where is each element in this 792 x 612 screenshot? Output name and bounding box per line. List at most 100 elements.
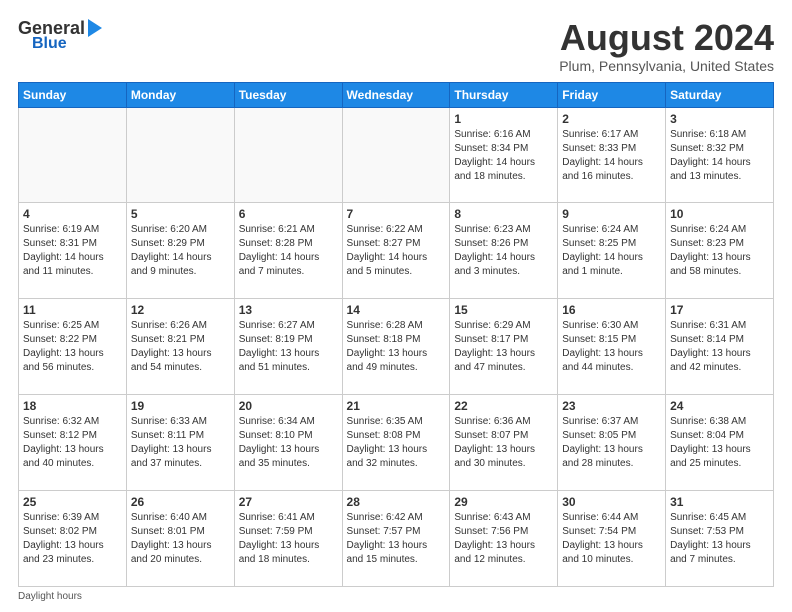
day-number: 21 (347, 399, 446, 413)
day-info: Sunrise: 6:42 AM Sunset: 7:57 PM Dayligh… (347, 511, 446, 567)
day-number: 15 (454, 303, 553, 317)
logo: General Blue (18, 18, 102, 53)
calendar-cell: 29 Sunrise: 6:43 AM Sunset: 7:56 PM Dayli… (450, 491, 558, 587)
calendar-cell: 3 Sunrise: 6:18 AM Sunset: 8:32 PM Daylig… (666, 107, 774, 203)
day-info: Sunrise: 6:44 AM Sunset: 7:54 PM Dayligh… (562, 511, 661, 567)
day-info: Sunrise: 6:37 AM Sunset: 8:05 PM Dayligh… (562, 415, 661, 471)
calendar-cell: 21 Sunrise: 6:35 AM Sunset: 8:08 PM Dayli… (342, 395, 450, 491)
day-number: 5 (131, 207, 230, 221)
day-number: 17 (670, 303, 769, 317)
day-number: 22 (454, 399, 553, 413)
day-number: 20 (239, 399, 338, 413)
calendar-cell: 23 Sunrise: 6:37 AM Sunset: 8:05 PM Dayli… (558, 395, 666, 491)
day-number: 25 (23, 495, 122, 509)
header: General Blue August 2024 Plum, Pennsylva… (18, 18, 774, 74)
calendar-cell: 31 Sunrise: 6:45 AM Sunset: 7:53 PM Dayli… (666, 491, 774, 587)
calendar-cell: 7 Sunrise: 6:22 AM Sunset: 8:27 PM Daylig… (342, 203, 450, 299)
day-number: 3 (670, 112, 769, 126)
calendar-table: SundayMondayTuesdayWednesdayThursdayFrid… (18, 82, 774, 587)
day-number: 2 (562, 112, 661, 126)
day-number: 1 (454, 112, 553, 126)
day-number: 26 (131, 495, 230, 509)
calendar-cell (342, 107, 450, 203)
calendar-cell: 30 Sunrise: 6:44 AM Sunset: 7:54 PM Dayli… (558, 491, 666, 587)
day-number: 28 (347, 495, 446, 509)
day-info: Sunrise: 6:40 AM Sunset: 8:01 PM Dayligh… (131, 511, 230, 567)
day-number: 4 (23, 207, 122, 221)
calendar-cell: 26 Sunrise: 6:40 AM Sunset: 8:01 PM Dayli… (126, 491, 234, 587)
month-title: August 2024 (559, 18, 774, 58)
day-info: Sunrise: 6:39 AM Sunset: 8:02 PM Dayligh… (23, 511, 122, 567)
calendar-cell: 14Sunrise: 6:28 AM Sunset: 8:18 PM Dayli… (342, 299, 450, 395)
day-info: Sunrise: 6:26 AM Sunset: 8:21 PM Dayligh… (131, 319, 230, 375)
calendar-cell: 24Sunrise: 6:38 AM Sunset: 8:04 PM Dayli… (666, 395, 774, 491)
calendar-week-2: 11Sunrise: 6:25 AM Sunset: 8:22 PM Dayli… (19, 299, 774, 395)
calendar-week-0: 1 Sunrise: 6:16 AM Sunset: 8:34 PM Daylig… (19, 107, 774, 203)
calendar-cell (19, 107, 127, 203)
calendar-cell: 1 Sunrise: 6:16 AM Sunset: 8:34 PM Daylig… (450, 107, 558, 203)
day-number: 18 (23, 399, 122, 413)
location: Plum, Pennsylvania, United States (559, 58, 774, 74)
calendar-cell: 9 Sunrise: 6:24 AM Sunset: 8:25 PM Daylig… (558, 203, 666, 299)
day-info: Sunrise: 6:43 AM Sunset: 7:56 PM Dayligh… (454, 511, 553, 567)
day-number: 11 (23, 303, 122, 317)
calendar-cell: 28 Sunrise: 6:42 AM Sunset: 7:57 PM Dayli… (342, 491, 450, 587)
day-info: Sunrise: 6:35 AM Sunset: 8:08 PM Dayligh… (347, 415, 446, 471)
page: General Blue August 2024 Plum, Pennsylva… (0, 0, 792, 612)
calendar-cell (126, 107, 234, 203)
day-number: 12 (131, 303, 230, 317)
calendar-cell (234, 107, 342, 203)
day-info: Sunrise: 6:16 AM Sunset: 8:34 PM Dayligh… (454, 128, 553, 184)
day-number: 29 (454, 495, 553, 509)
day-number: 30 (562, 495, 661, 509)
day-number: 31 (670, 495, 769, 509)
day-number: 27 (239, 495, 338, 509)
day-info: Sunrise: 6:45 AM Sunset: 7:53 PM Dayligh… (670, 511, 769, 567)
col-header-wednesday: Wednesday (342, 82, 450, 107)
logo-arrow-icon (88, 19, 102, 37)
calendar-cell: 18 Sunrise: 6:32 AM Sunset: 8:12 PM Dayli… (19, 395, 127, 491)
col-header-saturday: Saturday (666, 82, 774, 107)
calendar-cell: 17Sunrise: 6:31 AM Sunset: 8:14 PM Dayli… (666, 299, 774, 395)
calendar-cell: 27 Sunrise: 6:41 AM Sunset: 7:59 PM Dayli… (234, 491, 342, 587)
col-header-friday: Friday (558, 82, 666, 107)
day-number: 23 (562, 399, 661, 413)
day-number: 6 (239, 207, 338, 221)
day-number: 10 (670, 207, 769, 221)
calendar-cell: 5 Sunrise: 6:20 AM Sunset: 8:29 PM Daylig… (126, 203, 234, 299)
day-number: 9 (562, 207, 661, 221)
day-info: Sunrise: 6:34 AM Sunset: 8:10 PM Dayligh… (239, 415, 338, 471)
day-info: Sunrise: 6:20 AM Sunset: 8:29 PM Dayligh… (131, 223, 230, 279)
calendar-cell: 20 Sunrise: 6:34 AM Sunset: 8:10 PM Dayli… (234, 395, 342, 491)
calendar-cell: 16 Sunrise: 6:30 AM Sunset: 8:15 PM Dayli… (558, 299, 666, 395)
calendar-cell: 13Sunrise: 6:27 AM Sunset: 8:19 PM Dayli… (234, 299, 342, 395)
day-number: 19 (131, 399, 230, 413)
calendar-cell: 12 Sunrise: 6:26 AM Sunset: 8:21 PM Dayli… (126, 299, 234, 395)
calendar-header-row: SundayMondayTuesdayWednesdayThursdayFrid… (19, 82, 774, 107)
col-header-sunday: Sunday (19, 82, 127, 107)
calendar-week-3: 18 Sunrise: 6:32 AM Sunset: 8:12 PM Dayli… (19, 395, 774, 491)
day-number: 16 (562, 303, 661, 317)
calendar-week-4: 25 Sunrise: 6:39 AM Sunset: 8:02 PM Dayli… (19, 491, 774, 587)
day-number: 24 (670, 399, 769, 413)
day-info: Sunrise: 6:21 AM Sunset: 8:28 PM Dayligh… (239, 223, 338, 279)
day-info: Sunrise: 6:18 AM Sunset: 8:32 PM Dayligh… (670, 128, 769, 184)
day-info: Sunrise: 6:22 AM Sunset: 8:27 PM Dayligh… (347, 223, 446, 279)
day-info: Sunrise: 6:33 AM Sunset: 8:11 PM Dayligh… (131, 415, 230, 471)
day-info: Sunrise: 6:41 AM Sunset: 7:59 PM Dayligh… (239, 511, 338, 567)
day-number: 13 (239, 303, 338, 317)
calendar-cell: 11Sunrise: 6:25 AM Sunset: 8:22 PM Dayli… (19, 299, 127, 395)
day-number: 8 (454, 207, 553, 221)
col-header-thursday: Thursday (450, 82, 558, 107)
calendar-cell: 8Sunrise: 6:23 AM Sunset: 8:26 PM Daylig… (450, 203, 558, 299)
day-info: Sunrise: 6:19 AM Sunset: 8:31 PM Dayligh… (23, 223, 122, 279)
calendar-cell: 25 Sunrise: 6:39 AM Sunset: 8:02 PM Dayli… (19, 491, 127, 587)
calendar-cell: 22Sunrise: 6:36 AM Sunset: 8:07 PM Dayli… (450, 395, 558, 491)
day-info: Sunrise: 6:24 AM Sunset: 8:23 PM Dayligh… (670, 223, 769, 279)
footer-note: Daylight hours (18, 591, 774, 602)
day-info: Sunrise: 6:30 AM Sunset: 8:15 PM Dayligh… (562, 319, 661, 375)
day-info: Sunrise: 6:24 AM Sunset: 8:25 PM Dayligh… (562, 223, 661, 279)
day-number: 7 (347, 207, 446, 221)
day-info: Sunrise: 6:29 AM Sunset: 8:17 PM Dayligh… (454, 319, 553, 375)
day-info: Sunrise: 6:32 AM Sunset: 8:12 PM Dayligh… (23, 415, 122, 471)
